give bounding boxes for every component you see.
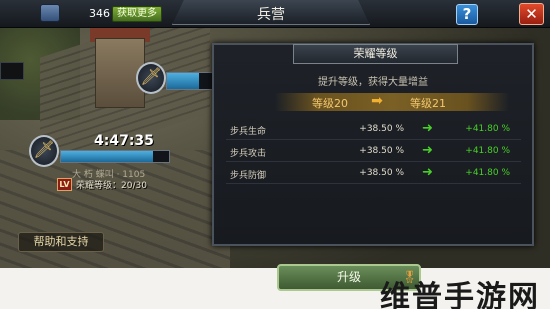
close-button[interactable]: ✕ [519, 3, 544, 25]
stat-row: 步兵防御 +38.50 % ➜ +41.80 % [226, 164, 521, 184]
level-badge: LV [57, 178, 72, 191]
arrow-right-icon: ➡ [371, 93, 383, 109]
stat-name: 步兵生命 [230, 127, 267, 137]
next-level: 等级21 [410, 97, 446, 110]
stat-current: +38.50 % [359, 124, 404, 134]
panel-header: 荣耀等级 [293, 44, 458, 64]
training-progress-bar [60, 150, 170, 163]
panel-intro: 提升等级，获得大量增益 [318, 77, 428, 88]
sword-icon[interactable]: 🗡 [29, 135, 59, 167]
stat-next: +41.80 % [465, 168, 510, 178]
resource-value: 346 [89, 7, 110, 20]
current-level: 等级20 [312, 97, 348, 110]
honor-level-text: 荣耀等级：20/30 [76, 181, 147, 191]
stat-next: +41.80 % [465, 146, 510, 156]
page-title: 兵营 [257, 7, 285, 23]
stat-next: +41.80 % [465, 124, 510, 134]
help-button[interactable]: ? [456, 4, 478, 25]
resource-icon [40, 4, 60, 22]
stat-current: +38.50 % [359, 168, 404, 178]
green-arrow-icon: ➜ [422, 143, 433, 158]
get-more-button[interactable]: 获取更多 [112, 6, 162, 22]
watermark-logo: 维普手游网 [380, 280, 540, 309]
top-progress-fill [167, 73, 200, 89]
stat-row: 步兵攻击 +38.50 % ➜ +41.80 % [226, 142, 521, 162]
sword-icon[interactable]: 🗡 [136, 62, 166, 94]
stat-name: 步兵防御 [230, 171, 267, 181]
stat-row: 步兵生命 +38.50 % ➜ +41.80 % [226, 120, 521, 140]
green-arrow-icon: ➜ [422, 165, 433, 180]
green-arrow-icon: ➜ [422, 121, 433, 136]
top-progress-bar [166, 72, 214, 90]
stat-current: +38.50 % [359, 146, 404, 156]
help-support-button[interactable]: 帮助和支持 [18, 232, 104, 252]
training-progress-fill [61, 151, 153, 162]
training-timer: 4:47:35 [94, 133, 154, 149]
stat-name: 步兵攻击 [230, 149, 267, 159]
side-info-box[interactable] [0, 62, 24, 80]
